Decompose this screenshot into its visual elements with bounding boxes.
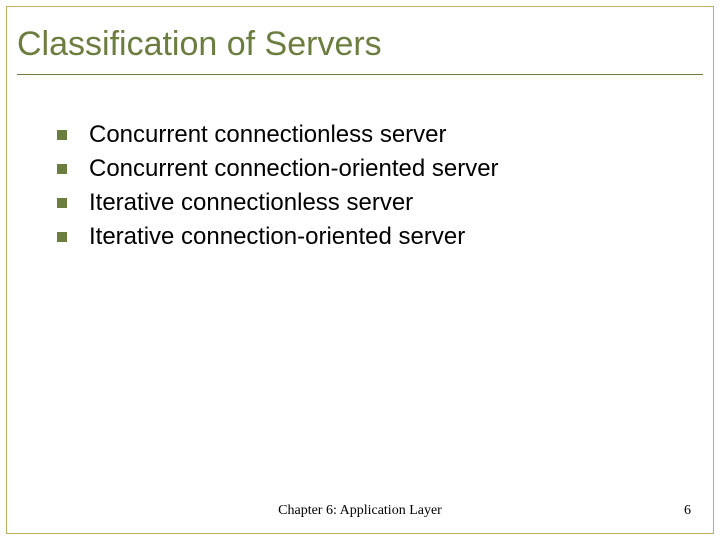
slide-frame: Classification of Servers Concurrent con… bbox=[6, 6, 714, 534]
square-bullet-icon bbox=[57, 232, 67, 242]
content-area: Concurrent connectionless server Concurr… bbox=[7, 81, 713, 251]
square-bullet-icon bbox=[57, 198, 67, 208]
bullet-text: Concurrent connectionless server bbox=[89, 121, 447, 149]
list-item: Concurrent connectionless server bbox=[57, 121, 693, 149]
bullet-text: Iterative connectionless server bbox=[89, 189, 413, 217]
page-number: 6 bbox=[684, 503, 691, 519]
square-bullet-icon bbox=[57, 164, 67, 174]
list-item: Iterative connectionless server bbox=[57, 189, 693, 217]
list-item: Iterative connection-oriented server bbox=[57, 223, 693, 251]
footer-text: Chapter 6: Application Layer bbox=[278, 503, 442, 519]
list-item: Concurrent connection-oriented server bbox=[57, 155, 693, 183]
footer: Chapter 6: Application Layer bbox=[7, 503, 713, 519]
bullet-text: Concurrent connection-oriented server bbox=[89, 155, 499, 183]
bullet-text: Iterative connection-oriented server bbox=[89, 223, 465, 251]
square-bullet-icon bbox=[57, 130, 67, 140]
slide-title: Classification of Servers bbox=[17, 25, 703, 64]
title-area: Classification of Servers bbox=[7, 7, 713, 81]
title-underline bbox=[17, 74, 703, 75]
